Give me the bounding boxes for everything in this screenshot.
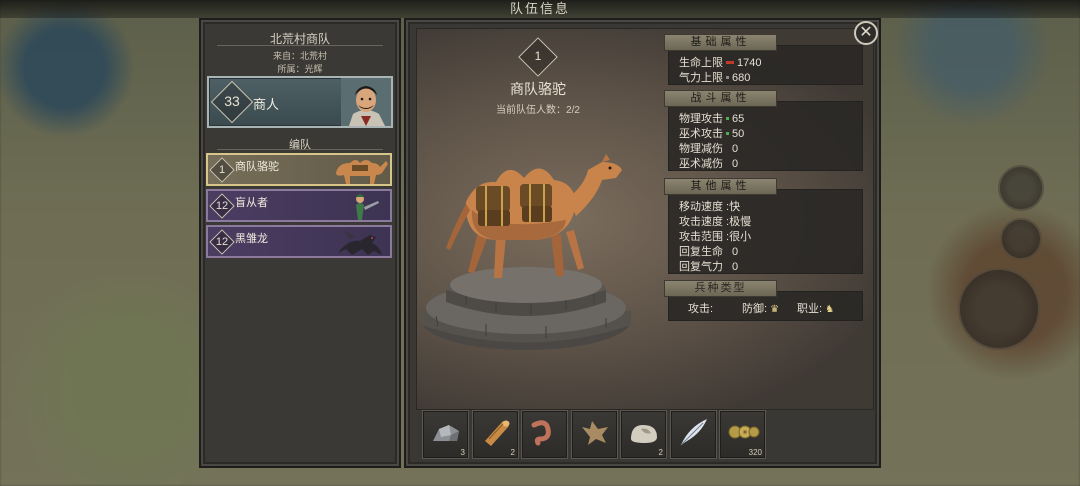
troop-defense-label: 防御: (742, 303, 768, 315)
unit-name: 黑雏龙 (235, 233, 268, 245)
stat-hp: 生命上限 1740 (679, 54, 761, 70)
stat-label: 回复生命 (679, 246, 723, 258)
inventory-slot[interactable]: 320 (719, 410, 766, 459)
atk-pip (726, 116, 729, 120)
wood-log-icon (485, 420, 510, 446)
close-icon: ✕ (859, 24, 873, 41)
inventory-slot[interactable]: 2 (472, 410, 519, 459)
unit-level: 12 (215, 236, 229, 248)
stone-icon (631, 425, 657, 443)
stat-hp-regen: 回复生命 0 (679, 243, 738, 259)
stat-move-speed: 移动速度 :快 (679, 201, 741, 213)
stat-label: 物理攻击 (679, 113, 723, 125)
troop-profession-label: 职业: (797, 303, 823, 315)
mp-pip (726, 75, 729, 79)
leader-class: 商人 (253, 97, 280, 112)
unit-level: 12 (215, 200, 229, 212)
worm-icon (531, 420, 551, 446)
stat-label: 巫术攻击 (679, 128, 723, 140)
inventory-slot[interactable] (670, 410, 717, 459)
skill-orb (998, 165, 1044, 211)
hide-icon (582, 421, 608, 445)
profession-icon: ♞ (825, 304, 835, 315)
leader-level: 33 (224, 93, 240, 109)
stat-value: 0 (732, 158, 739, 170)
selected-unit-name: 商队骆驼 (510, 81, 566, 97)
stat-value: 680 (732, 72, 751, 84)
unit-row-camel[interactable]: 1 商队骆驼 (206, 153, 392, 186)
stat-attack-range: 攻击范围 :很小 (679, 231, 752, 243)
stat-value: 50 (732, 128, 745, 140)
stat-label: 物理减伤 (679, 143, 723, 155)
dragon-thumbnail (330, 227, 390, 256)
stat-value: 1740 (737, 57, 762, 69)
party-list-panel: 北荒村商队 来自：北荒村 所属：光辉 33 商人 编队 1 商队骆驼 12 盲从… (199, 18, 401, 468)
dialog-title: 队伍信息 (509, 1, 570, 16)
camel-model (421, 154, 631, 350)
unit-name: 商队骆驼 (235, 161, 279, 173)
inventory-slot[interactable] (521, 410, 568, 459)
skill-orb (1000, 218, 1042, 260)
item-quantity: 320 (748, 448, 762, 457)
inventory-slot[interactable] (571, 410, 618, 459)
troop-defense-type: 防御: ♛ (742, 300, 779, 316)
merchant-portrait (341, 78, 391, 126)
camel-thumbnail (330, 155, 390, 184)
troop-attack-type: 攻击: (688, 303, 714, 315)
inventory-slot[interactable]: 3 (422, 410, 469, 459)
leader-card[interactable]: 33 商人 (207, 76, 393, 128)
other-stats-header: 其他属性 (664, 178, 777, 195)
inventory-slot[interactable]: 2 (620, 410, 667, 459)
combat-stats-header: 战斗属性 (664, 90, 777, 107)
iron-ore-icon (433, 425, 459, 441)
stat-attack-speed: 攻击速度 :极慢 (679, 216, 752, 228)
stat-phys-reduction: 物理减伤 0 (679, 140, 738, 156)
stat-mp: 气力上限 680 (679, 69, 750, 85)
stat-value: 0 (732, 143, 739, 155)
unit-row-follower[interactable]: 12 盲从者 (206, 189, 392, 222)
party-count: 当前队伍人数：2/2 (496, 105, 580, 116)
divider (217, 45, 383, 46)
joystick-orb (958, 268, 1040, 350)
basic-stats-header: 基础属性 (664, 34, 777, 51)
stat-label: 气力上限 (679, 72, 723, 84)
stat-mag-atk: 巫术攻击 50 (679, 125, 744, 141)
divider (217, 149, 383, 150)
follower-thumbnail (330, 191, 390, 220)
stat-label: 回复气力 (679, 261, 723, 273)
selected-unit-level: 1 (534, 49, 542, 63)
crown-icon: ♛ (770, 304, 780, 315)
troop-profession-type: 职业: ♞ (797, 300, 834, 316)
stat-value: 65 (732, 113, 745, 125)
coins-icon (728, 425, 760, 439)
close-button[interactable]: ✕ (854, 21, 878, 45)
stat-label: 巫术减伤 (679, 158, 723, 170)
atk-pip (726, 131, 729, 135)
item-quantity: 3 (460, 448, 465, 457)
troop-type-header: 兵种类型 (664, 280, 777, 297)
unit-name: 盲从者 (235, 197, 268, 209)
unit-row-dragon[interactable]: 12 黑雏龙 (206, 225, 392, 258)
caravan-faction: 所属：光辉 (277, 64, 323, 74)
item-quantity: 2 (510, 448, 515, 457)
stat-label: 生命上限 (679, 57, 723, 69)
unit-level: 1 (218, 164, 226, 176)
stat-value: 0 (732, 261, 739, 273)
item-quantity: 2 (658, 448, 663, 457)
hp-pip (726, 60, 734, 64)
stat-value: 0 (732, 246, 739, 258)
stat-mp-regen: 回复气力 0 (679, 258, 738, 274)
stat-mag-reduction: 巫术减伤 0 (679, 155, 738, 171)
feather-icon (680, 419, 707, 446)
caravan-origin: 来自：北荒村 (272, 51, 327, 61)
stat-phys-atk: 物理攻击 65 (679, 110, 744, 126)
